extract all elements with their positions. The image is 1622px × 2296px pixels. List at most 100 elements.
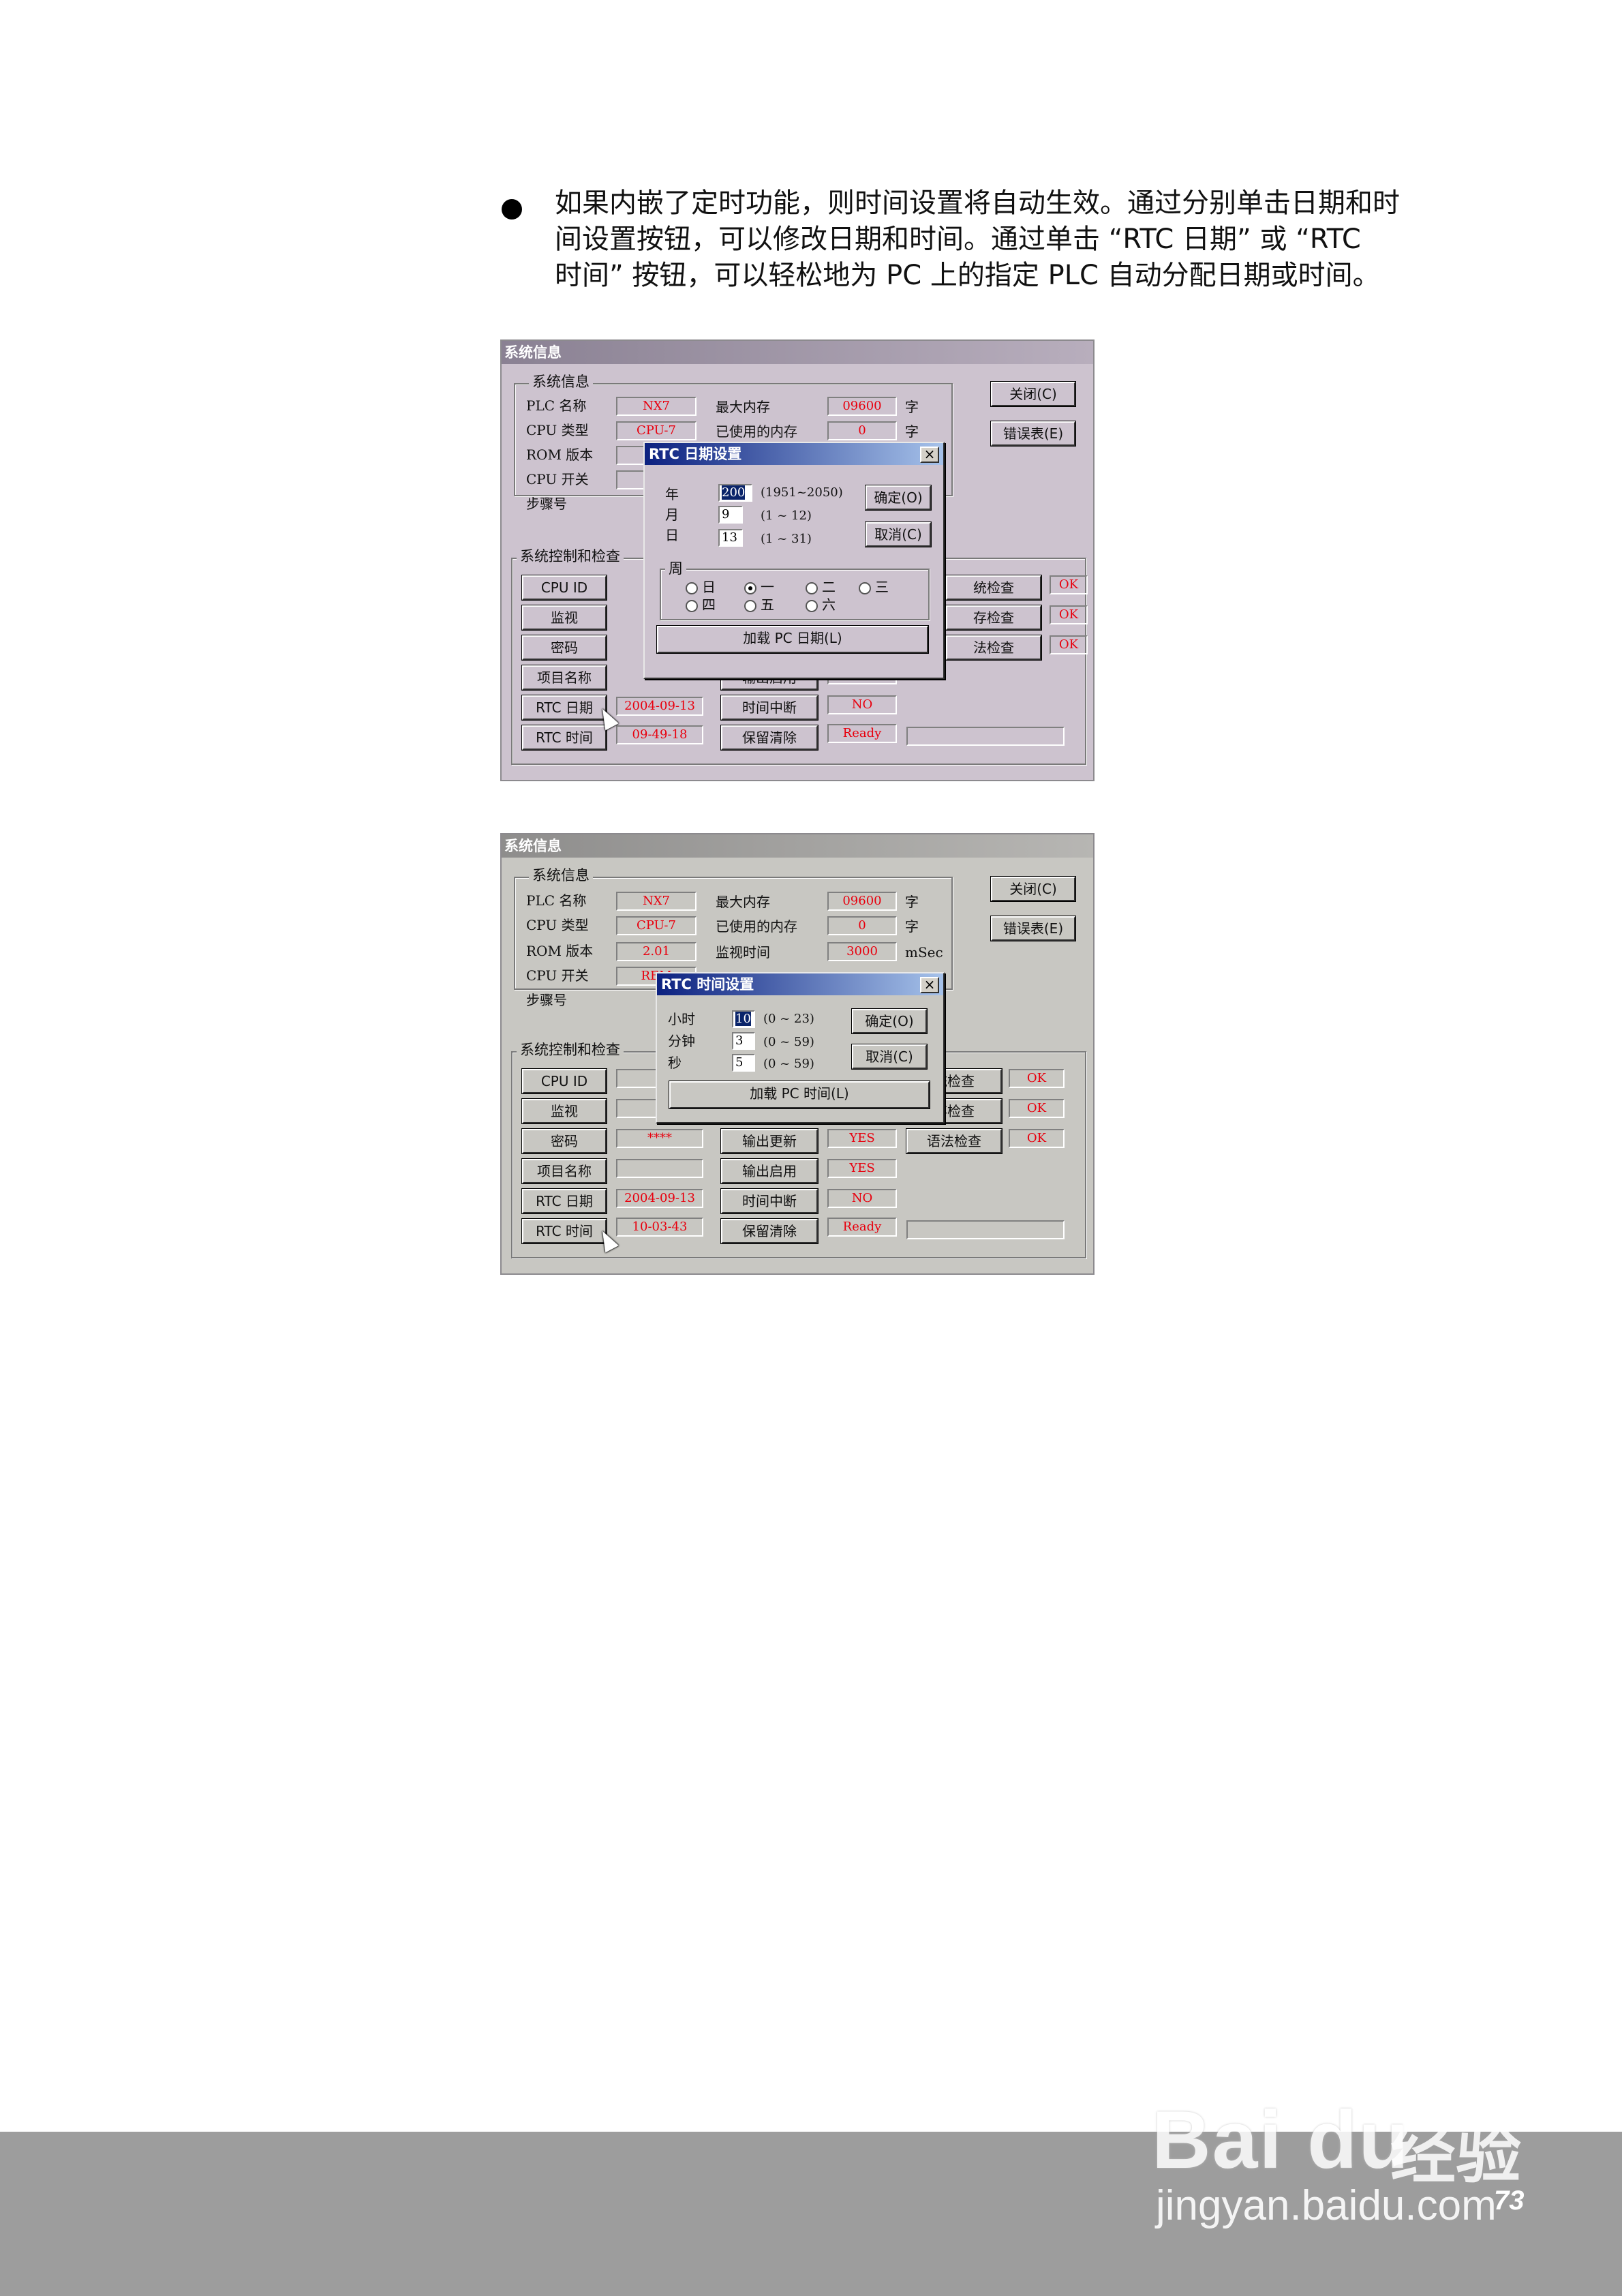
weekday-label: 二 <box>822 579 836 595</box>
month-range: (1 ~ 12) <box>761 509 812 523</box>
body-paragraph: 如果内嵌了定时功能，则时间设置将自动生效。通过分别单击日期和时 间设置按钮，可以… <box>555 185 1502 294</box>
load-pc-time-button[interactable]: 加载 PC 时间(L) <box>669 1081 930 1109</box>
weekday-group <box>660 569 930 620</box>
close-button[interactable]: 关闭(C) <box>990 381 1076 407</box>
paragraph-line: 间设置按钮，可以修改日期和时间。通过单击 “RTC 日期” 或 “RTC <box>555 224 1361 255</box>
memory-check-value: OK <box>1050 605 1088 624</box>
rtc-time-button[interactable]: RTC 时间 <box>521 1218 607 1244</box>
second-input[interactable]: 5 <box>732 1054 755 1072</box>
cancel-button[interactable]: 取消(C) <box>851 1044 928 1070</box>
rtc-time-button[interactable]: RTC 时间 <box>521 725 607 751</box>
output-update-button[interactable]: 输出更新 <box>720 1128 818 1154</box>
weekday-label: 六 <box>822 596 836 613</box>
ok-button[interactable]: 确定(O) <box>865 485 932 511</box>
close-icon[interactable]: × <box>920 977 939 993</box>
cancel-button[interactable]: 取消(C) <box>865 522 932 547</box>
system-check-button[interactable]: 统检查 <box>945 575 1042 601</box>
hour-input[interactable]: 10 <box>732 1010 755 1028</box>
system-info-window-time: 系统信息 系统信息 PLC 名称 NX7 CPU 类型 CPU-7 ROM 版本… <box>500 833 1095 1275</box>
minute-range: (0 ~ 59) <box>763 1035 814 1049</box>
cpu-type-label: CPU 类型 <box>526 917 589 933</box>
radio-monday[interactable] <box>744 582 756 594</box>
rtc-time-value: 10-03-43 <box>616 1218 703 1237</box>
year-label: 年 <box>665 486 679 502</box>
monitor-button[interactable]: 监视 <box>521 1098 607 1124</box>
cpu-id-button[interactable]: CPU ID <box>521 1068 607 1094</box>
second-label: 秒 <box>668 1055 682 1071</box>
watch-time-value: 3000 <box>827 942 897 961</box>
close-icon[interactable]: × <box>920 447 939 463</box>
cpu-type-value: CPU-7 <box>616 421 697 440</box>
rom-version-label: ROM 版本 <box>526 943 594 959</box>
syntax-check-button[interactable]: 语法检查 <box>906 1128 1003 1154</box>
close-button[interactable]: 关闭(C) <box>990 876 1076 902</box>
minute-input[interactable]: 3 <box>732 1032 755 1050</box>
dialog-title: RTC 日期设置 <box>645 443 943 465</box>
radio-saturday[interactable] <box>806 600 818 612</box>
ok-button[interactable]: 确定(O) <box>851 1008 928 1034</box>
time-interrupt-button[interactable]: 时间中断 <box>720 695 818 721</box>
retain-clear-button[interactable]: 保留清除 <box>720 725 818 751</box>
system-info-window-date: 系统信息 系统信息 PLC 名称 NX7 CPU 类型 CPU-7 ROM 版本… <box>500 339 1095 781</box>
day-range: (1 ~ 31) <box>761 532 812 546</box>
hour-range: (0 ~ 23) <box>763 1012 814 1026</box>
weekday-label: 五 <box>761 596 774 613</box>
month-label: 月 <box>665 507 679 523</box>
paragraph-line: 时间” 按钮，可以轻松地为 PC 上的指定 PLC 自动分配日期或时间。 <box>555 260 1380 291</box>
radio-thursday[interactable] <box>686 600 698 612</box>
error-table-button[interactable]: 错误表(E) <box>990 916 1076 941</box>
rtc-date-value: 2004-09-13 <box>616 697 703 716</box>
load-pc-date-button[interactable]: 加载 PC 日期(L) <box>656 625 929 654</box>
plc-name-value: NX7 <box>616 892 697 911</box>
rtc-time-value: 09-49-18 <box>616 725 703 744</box>
password-button[interactable]: 密码 <box>521 635 607 661</box>
window-title: 系统信息 <box>502 834 1093 858</box>
cpu-switch-label: CPU 开关 <box>526 471 589 487</box>
project-name-button[interactable]: 项目名称 <box>521 1158 607 1184</box>
watch-time-label: 监视时间 <box>716 944 770 961</box>
hour-label: 小时 <box>668 1011 695 1027</box>
syntax-check-button[interactable]: 法检查 <box>945 635 1042 661</box>
page-number: 73 <box>1494 2186 1525 2216</box>
sysinfo-group-label: 系统信息 <box>529 374 593 390</box>
output-enable-button[interactable]: 输出启用 <box>720 1158 818 1184</box>
rtc-date-button[interactable]: RTC 日期 <box>521 695 607 721</box>
syntax-check-value: OK <box>1050 635 1088 654</box>
time-interrupt-button[interactable]: 时间中断 <box>720 1188 818 1214</box>
used-memory-value: 0 <box>827 916 897 935</box>
monitor-button[interactable]: 监视 <box>521 605 607 631</box>
day-input[interactable]: 13 <box>718 529 743 547</box>
weekday-group-label: 周 <box>665 560 686 577</box>
minute-label: 分钟 <box>668 1033 695 1049</box>
rtc-date-button[interactable]: RTC 日期 <box>521 1188 607 1214</box>
second-range: (0 ~ 59) <box>763 1057 814 1071</box>
project-name-button[interactable]: 项目名称 <box>521 665 607 691</box>
max-memory-label: 最大内存 <box>716 894 770 910</box>
unit-word-label: 字 <box>905 399 919 415</box>
year-input[interactable]: 200 <box>718 484 752 502</box>
used-memory-value: 0 <box>827 421 897 440</box>
memory-check-button[interactable]: 存检查 <box>945 605 1042 631</box>
window-title: 系统信息 <box>502 341 1093 364</box>
output-update-value: YES <box>827 1129 897 1148</box>
month-input[interactable]: 9 <box>718 506 743 524</box>
bullet-dot <box>502 199 522 220</box>
rtc-date-dialog: RTC 日期设置 × 年 月 日 200 9 13 (1951~2050) (1… <box>643 442 945 679</box>
plc-name-label: PLC 名称 <box>526 397 587 414</box>
memory-check-value: OK <box>1009 1099 1065 1118</box>
retain-clear-button[interactable]: 保留清除 <box>720 1218 818 1244</box>
step-label: 步骤号 <box>526 992 567 1008</box>
error-table-button[interactable]: 错误表(E) <box>990 421 1076 447</box>
status-field <box>906 1220 1065 1239</box>
radio-wednesday[interactable] <box>859 582 871 594</box>
radio-sunday[interactable] <box>686 582 698 594</box>
cpu-type-value: CPU-7 <box>616 916 697 935</box>
time-interrupt-value: NO <box>827 1189 897 1208</box>
radio-tuesday[interactable] <box>806 582 818 594</box>
password-button[interactable]: 密码 <box>521 1128 607 1154</box>
cpu-id-button[interactable]: CPU ID <box>521 575 607 601</box>
system-check-value: OK <box>1050 575 1088 594</box>
radio-friday[interactable] <box>744 600 756 612</box>
unit-word-label: 字 <box>905 894 919 910</box>
rom-version-value: 2.01 <box>616 942 697 961</box>
